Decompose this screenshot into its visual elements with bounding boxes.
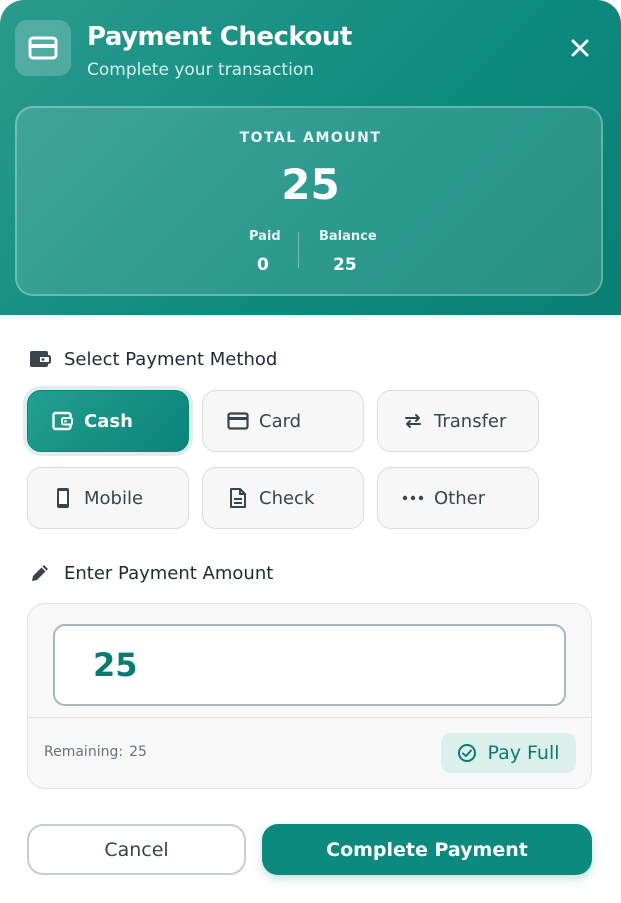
- remaining-label: Remaining:: [44, 744, 124, 760]
- method-transfer[interactable]: Transfer: [377, 390, 539, 452]
- more-dots-icon: [402, 487, 424, 509]
- method-check[interactable]: Check: [202, 467, 364, 529]
- modal-subtitle: Complete your transaction: [87, 60, 314, 80]
- wallet-icon: [28, 347, 52, 371]
- total-amount-label: TOTAL AMOUNT: [239, 130, 382, 146]
- method-label: Mobile: [84, 487, 144, 509]
- method-label: Check: [259, 487, 315, 509]
- transfer-arrows-icon: [402, 410, 424, 432]
- complete-payment-button[interactable]: Complete Payment: [262, 824, 592, 875]
- pencil-icon: [28, 561, 52, 585]
- pay-full-label: Pay Full: [487, 742, 560, 764]
- method-cash[interactable]: Cash: [27, 390, 189, 452]
- credit-card-icon: [227, 410, 249, 432]
- paid-label: Paid: [249, 229, 281, 244]
- close-button[interactable]: [564, 32, 596, 64]
- method-label: Other: [434, 487, 486, 509]
- method-mobile[interactable]: Mobile: [27, 467, 189, 529]
- cancel-button[interactable]: Cancel: [27, 824, 246, 875]
- paid-value: 0: [257, 255, 269, 275]
- check-circle-icon: [457, 743, 477, 763]
- payment-method-heading: Select Payment Method: [28, 347, 277, 371]
- balance-label: Balance: [319, 229, 377, 244]
- total-amount-value: 25: [281, 160, 340, 209]
- amount-divider: [28, 717, 591, 718]
- method-label: Card: [259, 410, 302, 432]
- pay-full-button[interactable]: Pay Full: [441, 733, 576, 773]
- payment-amount-input[interactable]: [53, 624, 566, 706]
- mobile-phone-icon: [52, 487, 74, 509]
- modal-header: Payment Checkout Complete your transacti…: [0, 0, 621, 315]
- wallet-icon: [52, 410, 74, 432]
- method-label: Transfer: [434, 410, 507, 432]
- payment-modal: Payment Checkout Complete your transacti…: [0, 0, 621, 903]
- method-card[interactable]: Card: [202, 390, 364, 452]
- payment-amount-heading: Enter Payment Amount: [28, 561, 273, 585]
- close-icon: [571, 39, 589, 57]
- method-label: Cash: [84, 410, 133, 432]
- modal-title: Payment Checkout: [87, 22, 352, 52]
- payment-method-title: Select Payment Method: [64, 348, 278, 370]
- method-other[interactable]: Other: [377, 467, 539, 529]
- balance-value: 25: [333, 255, 357, 275]
- remaining-info: Remaining: 25: [44, 744, 147, 760]
- payment-amount-title: Enter Payment Amount: [64, 562, 274, 584]
- remaining-value: 25: [129, 744, 147, 760]
- document-icon: [227, 487, 249, 509]
- credit-card-icon: [15, 20, 71, 76]
- summary-divider: [298, 232, 299, 268]
